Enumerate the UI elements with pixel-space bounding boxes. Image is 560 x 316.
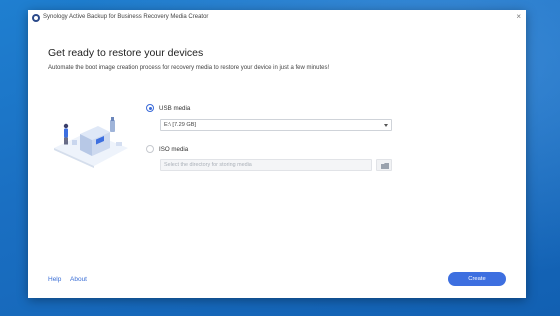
about-link[interactable]: About xyxy=(70,276,87,283)
drive-select-value: E:\ [7.29 GB] xyxy=(164,122,197,128)
window-title: Synology Active Backup for Business Reco… xyxy=(43,14,209,20)
drive-select[interactable]: E:\ [7.29 GB] xyxy=(160,119,392,131)
app-window: Synology Active Backup for Business Reco… xyxy=(28,10,526,298)
page-subtitle: Automate the boot image creation process… xyxy=(48,65,330,71)
directory-input[interactable] xyxy=(160,159,372,171)
usb-media-label: USB media xyxy=(159,105,191,112)
backup-illustration xyxy=(54,117,128,168)
usb-media-radio[interactable] xyxy=(146,104,154,112)
iso-media-radio[interactable] xyxy=(146,145,154,153)
synology-icon xyxy=(32,14,40,22)
create-button[interactable]: Create xyxy=(448,272,506,286)
folder-icon xyxy=(381,163,389,169)
iso-media-label: ISO media xyxy=(159,146,189,153)
close-button[interactable]: × xyxy=(516,13,521,21)
title-bar: Synology Active Backup for Business Reco… xyxy=(28,10,526,26)
chevron-down-icon xyxy=(384,124,388,127)
page-title: Get ready to restore your devices xyxy=(48,47,204,59)
help-link[interactable]: Help xyxy=(48,276,61,283)
browse-folder-button[interactable] xyxy=(376,159,392,171)
